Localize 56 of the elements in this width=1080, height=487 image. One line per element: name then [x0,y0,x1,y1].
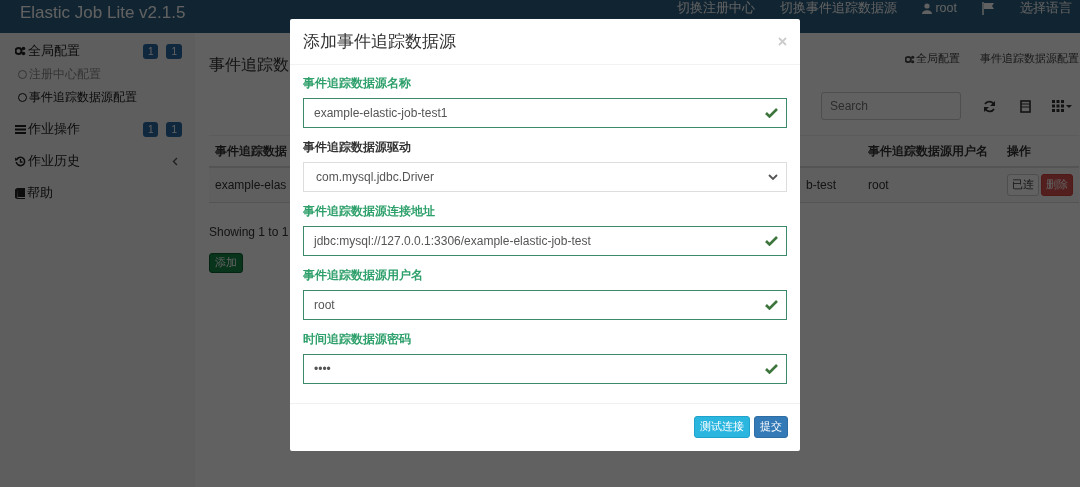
sidebar-item[interactable]: 全局配置 [28,42,80,60]
test-connection-button[interactable]: 测试连接 [694,416,750,438]
refresh-icon [982,99,996,113]
count-badge: 1 [166,121,182,137]
gears-icon [15,46,26,56]
input-field[interactable]: example-elastic-job-test1 [303,98,787,128]
count-badge: 1 [142,43,159,59]
breadcrumb-link[interactable]: 全局配置 [905,52,960,66]
table-cell: b-test [806,178,836,192]
list-icon [15,124,26,134]
field-label: 事件追踪数据源连接地址 [303,203,436,220]
sidebar-item[interactable]: 作业操作 [28,120,80,138]
grid-icon [1052,100,1072,112]
input-field[interactable]: root [303,290,787,320]
flag-icon[interactable] [982,2,995,15]
field-label: 事件追踪数据源驱动 [303,139,412,156]
checkmark-icon [765,108,778,118]
columns-icon [1019,99,1031,113]
column-header: 操作 [1007,143,1031,158]
sidebar-item[interactable]: 帮助 [27,184,53,202]
history-icon [15,155,26,167]
pagination-info: Showing 1 to 1 [209,225,290,239]
close-icon[interactable] [778,37,787,46]
input-field[interactable]: •••• [303,354,787,384]
user-icon [922,3,933,14]
count-badge: 1 [166,43,182,59]
page-title: 事件追踪数 [209,54,289,75]
gears-icon [905,54,915,64]
column-header: 事件追踪数据源用户名 [868,143,988,158]
checkmark-icon [765,300,778,310]
column-header: 事件追踪数据 [215,143,287,158]
field-label: 事件追踪数据源名称 [303,75,412,92]
submenu-item[interactable]: 事件追踪数据源配置 [18,89,182,106]
caret-icon [768,173,778,181]
field-label: 事件追踪数据源用户名 [303,267,424,284]
book-icon [15,187,25,199]
breadcrumb-link[interactable]: 事件追踪数据源配置 [980,52,1079,66]
checkmark-icon [765,364,778,374]
submit-button[interactable]: 提交 [754,416,788,438]
action-button[interactable]: 已连 [1007,174,1039,196]
nav-link[interactable]: 切换注册中心 [677,1,756,16]
chevron-icon[interactable] [172,156,178,166]
table-cell: root [868,178,889,192]
add-button[interactable]: 添加 [209,253,243,273]
table-cell: example-elas [215,178,287,192]
field-label: 时间追踪数据源密码 [303,331,412,348]
dropdown-field[interactable]: com.mysql.jdbc.Driver [303,162,787,192]
nav-link[interactable]: 选择语言 [1020,1,1072,16]
modal-title: 添加事件追踪数据源 [303,30,456,52]
nav-link[interactable]: 切换事件追踪数据源 [780,1,898,16]
user-menu[interactable]: root [922,1,957,16]
checkmark-icon [765,236,778,246]
brand-title[interactable]: Elastic Job Lite v2.1.5 [20,3,186,23]
count-badge: 1 [142,121,159,137]
input-field[interactable]: jdbc:mysql://127.0.0.1:3306/example-elastic-job-test [303,226,787,256]
sidebar-item[interactable]: 作业历史 [28,152,80,170]
